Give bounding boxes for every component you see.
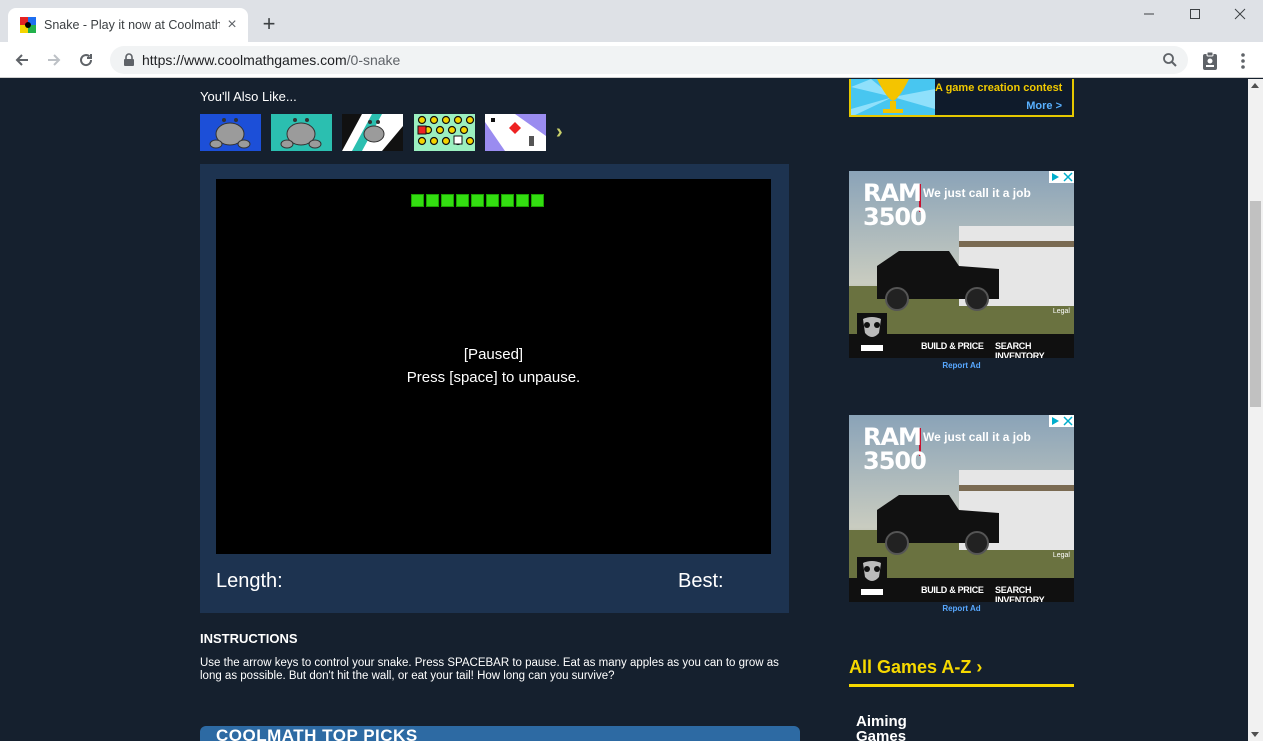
snake-segment <box>426 194 439 207</box>
related-game-thumbnail[interactable] <box>271 114 332 151</box>
related-game-thumbnail[interactable] <box>485 114 546 151</box>
game-thumbnail-image <box>485 114 546 151</box>
snake-segment <box>531 194 544 207</box>
snake-segment <box>471 194 484 207</box>
paused-instruction: Press [space] to unpause. <box>406 369 581 386</box>
ad-logo-text: RAM 3500 <box>863 179 927 231</box>
forward-button[interactable] <box>42 48 66 72</box>
paused-title: [Paused] <box>463 346 524 363</box>
report-ad-link[interactable]: Report Ad <box>849 604 1074 613</box>
game-thumbnail-image <box>414 114 475 151</box>
ram-ad-1[interactable]: RAM 3500 We just call it a job Legal BUI… <box>849 171 1074 358</box>
tab-title: Snake - Play it now at Coolmath- <box>44 18 220 32</box>
scrollbar-thumb[interactable] <box>1250 201 1261 407</box>
url-text: https://www.coolmathgames.com/0-snake <box>142 52 400 68</box>
game-panel: [Paused] Press [space] to unpause. Lengt… <box>200 164 789 613</box>
related-game-thumbnail[interactable] <box>200 114 261 151</box>
browser-toolbar: https://www.coolmathgames.com/0-snake <box>0 42 1263 78</box>
all-games-underline <box>849 684 1074 687</box>
all-games-az-link[interactable]: All Games A-Z › <box>849 657 982 678</box>
build-price-link[interactable]: BUILD & PRICE <box>921 341 984 351</box>
related-game-thumbnail[interactable] <box>342 114 403 151</box>
clipboard-extension-icon[interactable] <box>1200 51 1220 71</box>
browser-tab[interactable]: Snake - Play it now at Coolmath- × <box>8 8 248 42</box>
report-ad-link[interactable]: Report Ad <box>849 361 1074 370</box>
scroll-down-arrow-icon[interactable] <box>1251 732 1259 737</box>
url-path: /0-snake <box>346 52 401 68</box>
reload-icon <box>80 54 93 67</box>
maximize-icon <box>1190 9 1200 19</box>
minimize-button[interactable] <box>1126 4 1172 28</box>
snake-segment <box>516 194 529 207</box>
address-bar[interactable]: https://www.coolmathgames.com/0-snake <box>110 46 1188 74</box>
adchoices-icon[interactable] <box>1049 171 1074 183</box>
ad-tagline: We just call it a job <box>923 430 1031 444</box>
tab-close-icon[interactable]: × <box>224 17 240 33</box>
snake-segment <box>486 194 499 207</box>
new-tab-button[interactable]: + <box>258 13 280 35</box>
back-arrow-icon <box>15 54 28 66</box>
paused-message: [Paused] Press [space] to unpause. <box>216 343 771 389</box>
related-game-thumbnail[interactable] <box>414 114 475 151</box>
trophy-banner-image <box>851 79 935 115</box>
thumbnails-next-arrow[interactable]: › <box>556 120 563 144</box>
length-label: Length: <box>216 570 283 592</box>
close-icon <box>1234 8 1246 20</box>
game-thumbnail-image <box>200 114 261 151</box>
search-inventory-link[interactable]: SEARCH INVENTORY <box>995 341 1074 358</box>
snake-segment <box>411 194 424 207</box>
aiming-games-link[interactable]: Aiming Games <box>856 714 926 741</box>
reload-button[interactable] <box>74 48 98 72</box>
instructions-title: INSTRUCTIONS <box>200 631 298 646</box>
snake-segment <box>456 194 469 207</box>
also-like-heading: You'll Also Like... <box>200 89 297 104</box>
forward-arrow-icon <box>48 54 61 66</box>
contest-text: A game creation contest <box>935 82 1063 94</box>
page-scrollbar[interactable] <box>1248 79 1263 741</box>
snake <box>411 194 546 209</box>
ad-tagline: We just call it a job <box>923 186 1031 200</box>
build-price-link[interactable]: BUILD & PRICE <box>921 585 984 595</box>
snake-game-canvas[interactable]: [Paused] Press [space] to unpause. <box>216 179 771 554</box>
game-thumbnail-image <box>342 114 403 151</box>
top-picks-title: COOLMATH TOP PICKS <box>216 726 418 741</box>
minimize-icon <box>1144 13 1154 15</box>
ram-badge-icon <box>857 313 887 355</box>
ram-badge-icon <box>857 557 887 599</box>
adchoices-icon[interactable] <box>1049 415 1074 427</box>
aiming-games-label: Aiming Games <box>856 713 907 741</box>
page-content: A game creation contest More > You'll Al… <box>0 79 1263 741</box>
lock-icon <box>124 53 134 66</box>
ad-logo-text: RAM 3500 <box>863 423 927 475</box>
search-icon[interactable] <box>1162 52 1178 68</box>
maximize-button[interactable] <box>1172 4 1218 28</box>
instructions-text: Use the arrow keys to control your snake… <box>200 657 779 682</box>
ram-logo-text: RAM 3500 <box>863 423 927 475</box>
best-label: Best: <box>678 570 724 592</box>
ad-legal[interactable]: Legal <box>1053 308 1070 315</box>
contest-banner[interactable]: A game creation contest More > <box>849 79 1074 117</box>
url-host: https://www.coolmathgames.com <box>142 52 347 68</box>
ram-ad-2[interactable]: RAM 3500 We just call it a job Legal BUI… <box>849 415 1074 602</box>
ram-logo-text: RAM 3500 <box>863 179 927 231</box>
close-window-button[interactable] <box>1217 4 1263 28</box>
scroll-up-arrow-icon[interactable] <box>1251 83 1259 88</box>
contest-more-link[interactable]: More > <box>1026 100 1062 112</box>
snake-segment <box>501 194 514 207</box>
search-inventory-link[interactable]: SEARCH INVENTORY <box>995 585 1074 602</box>
top-picks-header: COOLMATH TOP PICKS <box>200 726 800 741</box>
snake-segment <box>441 194 454 207</box>
coolmath-favicon-icon <box>20 17 36 33</box>
back-button[interactable] <box>10 48 34 72</box>
title-bar: Snake - Play it now at Coolmath- × + <box>0 0 1263 42</box>
ad-legal[interactable]: Legal <box>1053 552 1070 559</box>
menu-kebab-icon[interactable] <box>1233 51 1253 71</box>
game-thumbnail-image <box>271 114 332 151</box>
